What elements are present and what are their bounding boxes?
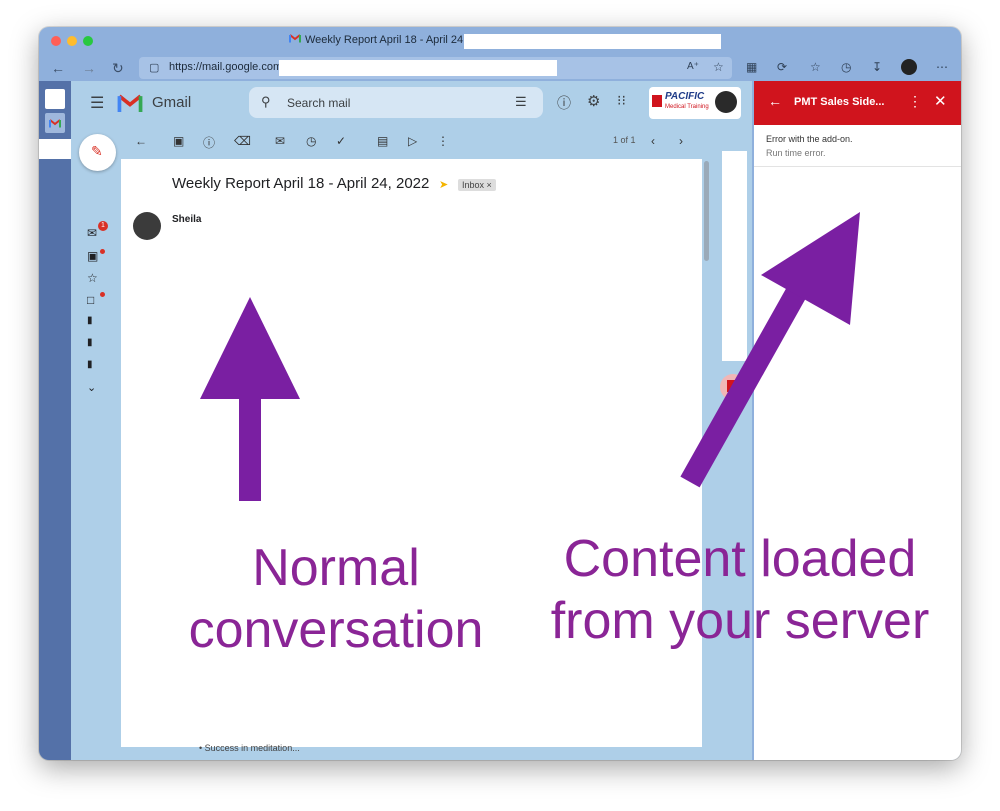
gmail-wordmark: Gmail — [152, 94, 192, 111]
mark-unread-icon[interactable]: ✉ — [275, 134, 285, 148]
brand-mark-icon — [652, 95, 662, 107]
move-to-icon[interactable]: ▤ — [377, 134, 388, 148]
back-to-inbox-icon[interactable]: ← — [135, 134, 147, 148]
message-body-fragment: • Success in meditation... — [199, 743, 300, 753]
account-avatar[interactable] — [715, 91, 737, 113]
addon-more-icon[interactable]: ⋮ — [908, 93, 922, 110]
gmail-favicon-icon — [289, 34, 301, 46]
archive-icon[interactable]: ▣ — [173, 134, 184, 148]
addon-error-detail: Run time error. — [766, 148, 826, 158]
settings-gear-icon[interactable]: ⚙ — [587, 92, 600, 110]
labels-icon[interactable]: ▷ — [408, 134, 417, 148]
inbox-label-text: Inbox — [462, 180, 485, 190]
url-text: https://mail.google.com/ — [169, 61, 286, 73]
title-bar: Weekly Report April 18 - April 24, 2022 … — [39, 27, 961, 55]
delete-icon[interactable]: ⌫ — [234, 134, 251, 148]
main-menu-icon[interactable]: ☰ — [90, 93, 104, 113]
addon-header: ← PMT Sales Side... ⋮ ✕ — [754, 81, 961, 125]
search-input[interactable]: Search mail — [287, 96, 350, 110]
scrollbar-thumb[interactable] — [704, 161, 709, 261]
account-brand-logo[interactable]: PACIFIC Medical Training — [649, 87, 741, 119]
label-icon[interactable]: ▮ — [87, 315, 93, 326]
add-task-icon[interactable]: ✓ — [336, 134, 346, 148]
close-window-button[interactable] — [51, 36, 61, 46]
more-options-icon[interactable]: ⋯ — [936, 60, 948, 74]
help-icon[interactable]: ⓘ — [557, 93, 571, 113]
pmt-addon-icon — [727, 380, 739, 392]
redacted-block — [279, 60, 557, 76]
side-panel-strip — [722, 151, 747, 361]
brand-logo-subtext: Medical Training — [665, 104, 709, 110]
addon-back-icon[interactable]: ← — [768, 93, 782, 109]
email-subject: Weekly Report April 18 - April 24, 2022 — [172, 175, 430, 192]
remove-label-icon[interactable]: × — [487, 180, 492, 190]
chevron-down-icon[interactable]: ⌄ — [87, 381, 96, 394]
qr-code-icon[interactable]: ▦ — [746, 60, 757, 74]
annotation-server-content: Content loaded from your server — [540, 528, 940, 652]
forward-icon[interactable]: → — [82, 60, 96, 76]
addon-error-title: Error with the add-on. — [766, 134, 853, 144]
brand-logo-text: PACIFIC — [665, 91, 705, 102]
older-chevron-icon[interactable]: › — [679, 134, 683, 148]
report-spam-icon[interactable]: ⓘ — [203, 134, 215, 151]
inbox-label-chip[interactable]: Inbox × — [458, 179, 496, 191]
history-icon[interactable]: ◷ — [841, 60, 851, 74]
favorite-star-icon[interactable]: ☆ — [713, 60, 724, 74]
annotation-right-line1: Content loaded — [563, 530, 917, 588]
message-scrollbar[interactable] — [702, 159, 710, 747]
reload-icon[interactable]: ↻ — [112, 60, 124, 77]
pagination-text: 1 of 1 — [613, 135, 636, 145]
apps-grid-icon[interactable]: ⁝⁝ — [617, 92, 626, 109]
sidebar-blank-tab[interactable] — [45, 89, 65, 109]
unread-count-badge: 1 — [98, 221, 108, 231]
snooze-icon[interactable]: ◷ — [306, 134, 316, 148]
address-toolbar: ← → ↻ ▢ https://mail.google.com/ A⁺ ☆ ▦ … — [39, 55, 961, 81]
more-actions-icon[interactable]: ⋮ — [437, 134, 449, 148]
annotation-left-line1: Normal — [252, 539, 420, 597]
gmail-logo-icon[interactable] — [117, 94, 143, 113]
inbox-dot-badge — [100, 249, 105, 254]
addon-close-icon[interactable]: ✕ — [934, 92, 947, 110]
read-aloud-icon[interactable]: A⁺ — [687, 61, 699, 72]
drafts-dot-badge — [100, 292, 105, 297]
redacted-block — [464, 34, 721, 49]
minimize-window-button[interactable] — [67, 36, 77, 46]
addon-side-icon[interactable] — [720, 374, 746, 400]
label-icon[interactable]: ▮ — [87, 359, 93, 370]
sender-name[interactable]: Sheila — [172, 214, 201, 225]
extension-icon[interactable]: ⟳ — [777, 60, 787, 74]
back-icon[interactable]: ← — [51, 60, 65, 76]
sidebar-active-strip — [39, 139, 71, 159]
sidebar-gmail-tab[interactable] — [45, 113, 65, 133]
annotation-left-line2: conversation — [188, 601, 484, 659]
maximize-window-button[interactable] — [83, 36, 93, 46]
gmail-header: ☰ Gmail ⚲ Search mail ☰ ⓘ ⚙ ⁝⁝ PACIFIC M… — [71, 81, 752, 125]
annotation-normal-conversation: Normal conversation — [180, 537, 492, 661]
search-icon[interactable]: ⚲ — [261, 94, 271, 110]
inbox-icon[interactable]: ▣ — [87, 249, 98, 263]
addon-sidebar: ← PMT Sales Side... ⋮ ✕ Error with the a… — [752, 81, 961, 760]
url-field[interactable]: ▢ https://mail.google.com/ A⁺ ☆ — [139, 57, 732, 79]
importance-marker-icon[interactable]: ➤ — [439, 178, 448, 191]
gmail-icon — [49, 119, 61, 128]
collections-icon[interactable]: ☆ — [810, 60, 821, 74]
newer-chevron-icon[interactable]: ‹ — [651, 134, 655, 148]
lock-icon: ▢ — [149, 62, 160, 74]
sender-avatar[interactable] — [133, 212, 161, 240]
drafts-icon[interactable]: □ — [87, 293, 94, 307]
message-toolbar: ← ▣ ⓘ ⌫ ✉ ◷ ✓ ▤ ▷ ⋮ 1 of 1 ‹ › — [121, 125, 752, 159]
download-icon[interactable]: ↧ — [872, 60, 882, 74]
mail-icon[interactable]: ✉ — [87, 226, 97, 240]
annotation-right-line2: from your server — [550, 592, 930, 650]
profile-avatar[interactable] — [901, 59, 917, 75]
browser-sidebar — [39, 81, 71, 760]
label-icon[interactable]: ▮ — [87, 337, 93, 348]
search-options-icon[interactable]: ☰ — [515, 94, 527, 110]
addon-divider — [754, 166, 961, 167]
gmail-left-nav: ✉ 1 ▣ ☆ □ ▮ ▮ ▮ ⌄ ▶ — [71, 125, 121, 760]
starred-icon[interactable]: ☆ — [87, 271, 98, 285]
addon-title: PMT Sales Side... — [794, 96, 885, 108]
search-bar[interactable]: ⚲ Search mail ☰ — [249, 87, 543, 118]
